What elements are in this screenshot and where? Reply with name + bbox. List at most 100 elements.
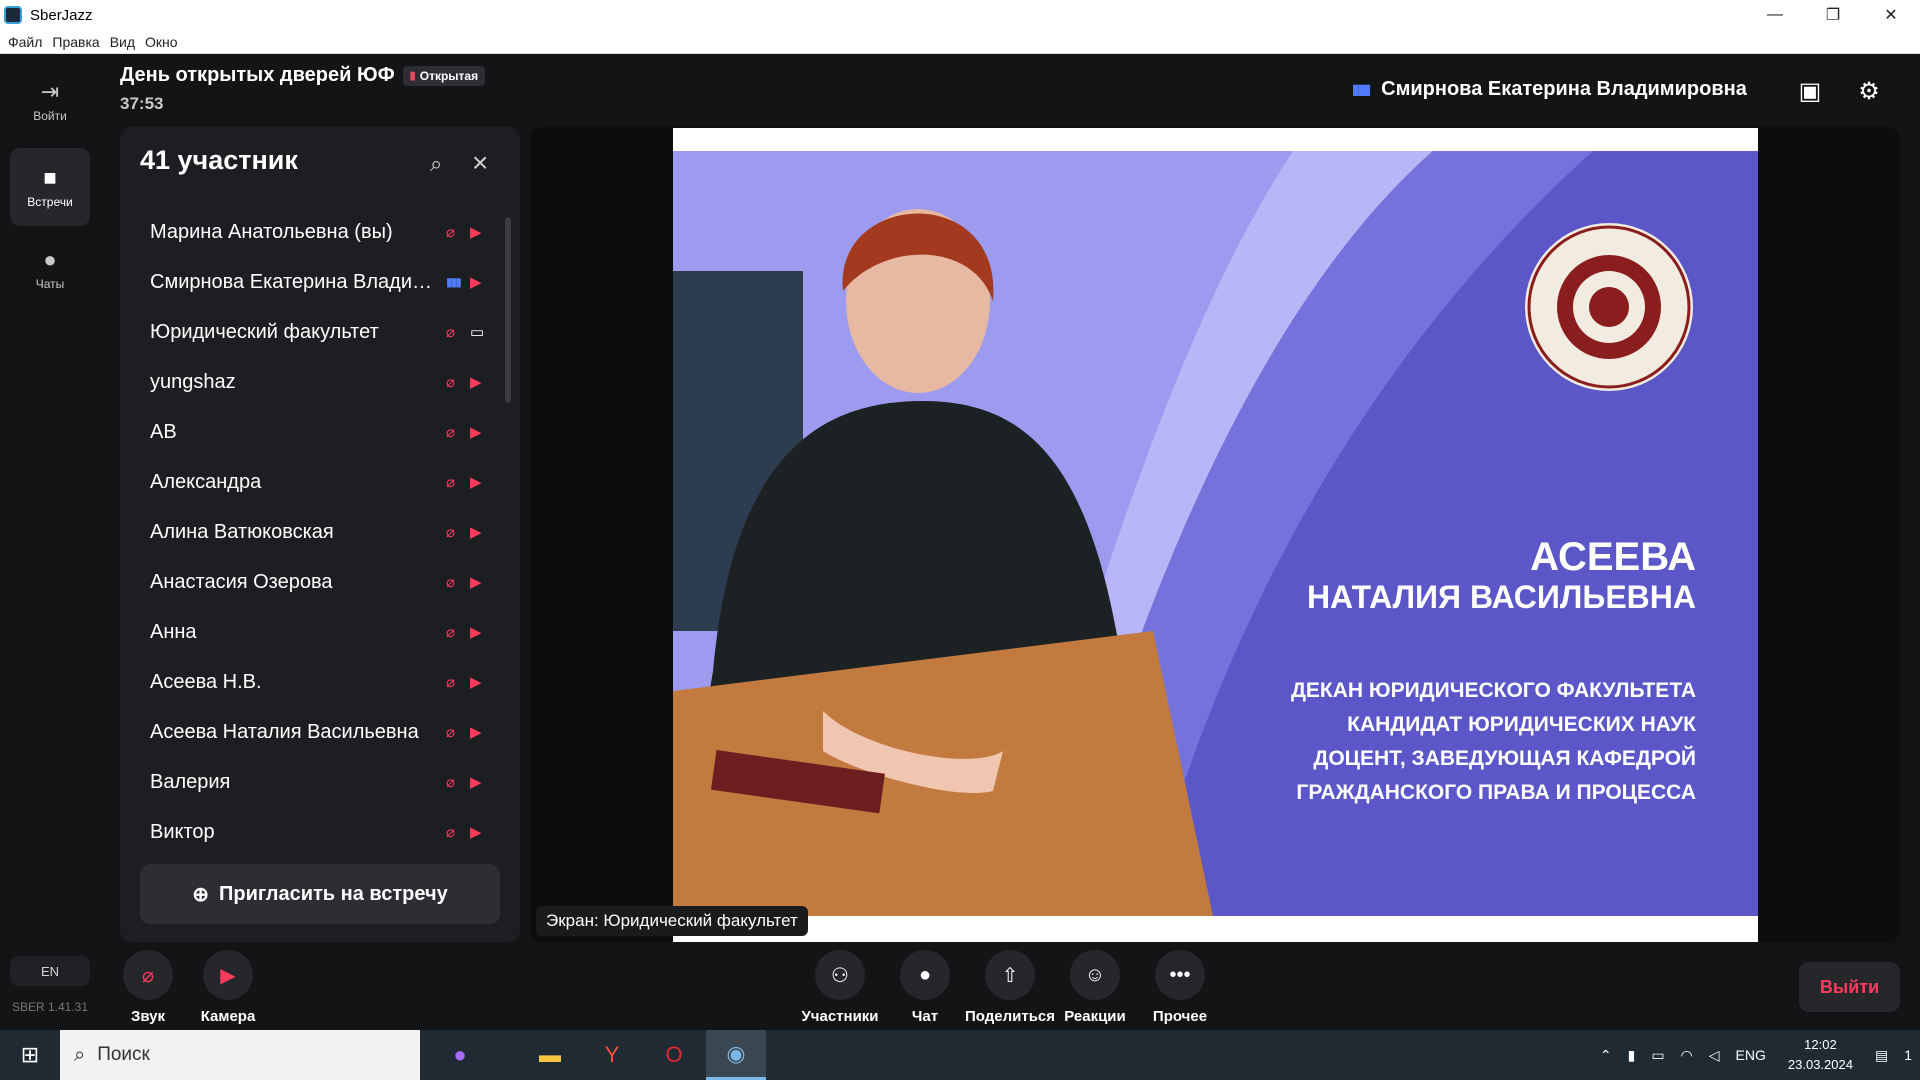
university-seal-logo [1523,221,1695,393]
taskbar-clock[interactable]: 12:02 23.03.2024 [1788,1035,1853,1075]
rail-meetings[interactable]: ■ Встречи [10,148,90,226]
participant-name: Юридический факультет [150,320,379,343]
meeting-open-badge: ▮ Открытая [402,65,486,86]
more-button[interactable]: ••• Прочее [1135,950,1225,1025]
close-window-button[interactable]: ✕ [1862,0,1920,30]
participant-row[interactable]: Александра ⌀ ▶ [120,457,500,507]
notifications-icon[interactable]: ▤ [1875,1047,1888,1064]
participant-row[interactable]: Валерия ⌀ ▶ [120,757,500,807]
participants-scrollbar[interactable] [505,217,511,403]
participant-name: Асеева Н.В. [150,670,262,693]
app-version: SBER 1.41.31 [11,1000,89,1014]
yandex-browser-icon[interactable]: Y [582,1030,642,1080]
participant-row[interactable]: Анастасия Озерова ⌀ ▶ [120,557,500,607]
opera-browser-icon[interactable]: O [644,1030,704,1080]
app-area: ⇥ Войти ■ Встречи ● Чаты EN SBER 1.41.31… [0,54,1920,1030]
participant-row[interactable]: Юридический факультет ⌀ ▭ [120,307,500,357]
sberjazz-taskbar-icon[interactable]: ◉ [706,1030,766,1080]
mic-muted-icon: ⌀ [446,324,456,341]
taskbar-search[interactable]: ⌕ Поиск [60,1030,420,1080]
search-icon: ⌕ [74,1043,86,1066]
mic-muted-icon: ⌀ [446,774,456,791]
participant-name: Марина Анатольевна (вы) [150,220,393,243]
wifi-icon[interactable]: ◠ [1681,1047,1693,1064]
participants-button[interactable]: ⚇ Участники [795,950,885,1025]
participant-row[interactable]: Смирнова Екатерина Владимировна ▮▮▮ ▶ [120,257,500,307]
participants-list: Марина Анатольевна (вы) ⌀ ▶ Смирнова Ека… [120,207,500,857]
meeting-title-text: День открытых дверей ЮФ [120,64,395,86]
more-label: Прочее [1152,1008,1208,1025]
participant-row[interactable]: Виктор ⌀ ▶ [120,807,500,857]
add-user-icon: ⊕ [192,883,210,906]
sberjazz-app-icon [4,6,22,24]
chevron-up-icon[interactable]: ⌃ [1600,1047,1612,1064]
reactions-button[interactable]: ☺ Реакции [1050,950,1140,1025]
share-button[interactable]: ⇧ Поделиться [965,950,1055,1025]
presentation-slide: АСЕЕВА НАТАЛИЯ ВАСИЛЬЕВНА ДЕКАН ЮРИДИЧЕС… [673,128,1758,942]
participant-row[interactable]: Марина Анатольевна (вы) ⌀ ▶ [120,207,500,257]
taskbar-search-placeholder: Поиск [97,1044,150,1065]
participant-row[interactable]: Асеева Наталия Васильевна ⌀ ▶ [120,707,500,757]
chat-label: Чат [911,1008,939,1025]
camera-off-icon: ▶ [470,774,482,791]
participant-name: yungshaz [150,370,236,393]
restore-button[interactable]: ❐ [1804,0,1862,30]
left-rail: ⇥ Войти ■ Встречи ● Чаты EN SBER 1.41.31 [0,54,100,1030]
language-button[interactable]: EN [10,956,90,986]
search-icon[interactable]: ⌕ [430,151,442,177]
slide-surname: АСЕЕВА [1530,535,1696,579]
battery-icon[interactable]: ▭ [1651,1047,1664,1064]
exit-meeting-button[interactable]: Выйти [1799,962,1900,1012]
menubar: Файл Правка Вид Окно [0,30,1920,54]
participant-name: Анастасия Озерова [150,570,333,593]
sound-toggle[interactable]: ⌀ Звук [103,950,193,1025]
chat-button[interactable]: ● Чат [880,950,970,1025]
participant-name: Анна [150,620,197,643]
rail-login[interactable]: ⇥ Войти [10,62,90,140]
rail-chats[interactable]: ● Чаты [10,230,90,308]
slide-role-line: КАНДИДАТ ЮРИДИЧЕСКИХ НАУК [1347,713,1696,736]
invite-button[interactable]: ⊕ Пригласить на встречу [140,864,500,924]
menu-view[interactable]: Вид [110,34,135,50]
input-language[interactable]: ENG [1736,1047,1766,1063]
participant-name: Смирнова Екатерина Владимировна [150,270,440,293]
settings-gear-icon[interactable]: ⚙ [1852,74,1886,108]
participant-name: Валерия [150,770,231,793]
volume-icon[interactable]: ◁ [1709,1047,1720,1064]
screen-share-label: Экран: Юридический факультет [536,906,808,936]
layout-icon[interactable]: ▣ [1793,74,1827,108]
participant-name: Асеева Наталия Васильевна [150,720,419,743]
close-icon[interactable]: × [472,147,488,179]
rail-chats-label: Чаты [35,277,65,291]
file-explorer-icon[interactable]: ▬ [520,1030,580,1080]
invite-button-label: Пригласить на встречу [219,882,448,905]
active-speaker: ▮▮▮ Смирнова Екатерина Владимировна [1352,78,1747,101]
lock-open-icon: ▮ [409,70,416,82]
audio-level-icon: ▮▮▮ [1352,81,1371,97]
participant-row[interactable]: Анна ⌀ ▶ [120,607,500,657]
share-screen-icon: ⇧ [985,950,1035,1000]
minimize-button[interactable]: — [1746,0,1804,30]
people-icon: ⚇ [815,950,865,1000]
microphone-icon[interactable]: ▮ [1628,1047,1636,1064]
camera-off-icon: ▶ [470,574,482,591]
menu-edit[interactable]: Правка [52,34,99,50]
camera-toggle[interactable]: ▶ Камера [183,950,273,1025]
assistant-app-icon[interactable]: ● [430,1030,490,1080]
menu-file[interactable]: Файл [8,34,42,50]
participant-row[interactable]: АВ ⌀ ▶ [120,407,500,457]
participant-row[interactable]: yungshaz ⌀ ▶ [120,357,500,407]
slide-role-line: ГРАЖДАНСКОГО ПРАВА И ПРОЦЕССА [1296,781,1696,804]
mic-muted-icon: ⌀ [446,474,456,491]
menu-window[interactable]: Окно [145,34,178,50]
seal-graphic [1525,223,1693,391]
video-camera-icon: ■ [43,165,57,190]
participant-row[interactable]: Асеева Н.В. ⌀ ▶ [120,657,500,707]
camera-off-icon: ▶ [470,474,482,491]
camera-off-icon: ▶ [470,824,482,841]
clock-date: 23.03.2024 [1787,1057,1853,1072]
participants-label: Участники [801,1008,879,1025]
windows-start-icon[interactable]: ⊞ [0,1030,60,1080]
camera-off-icon: ▶ [470,224,482,241]
participant-row[interactable]: Алина Ватюковская ⌀ ▶ [120,507,500,557]
